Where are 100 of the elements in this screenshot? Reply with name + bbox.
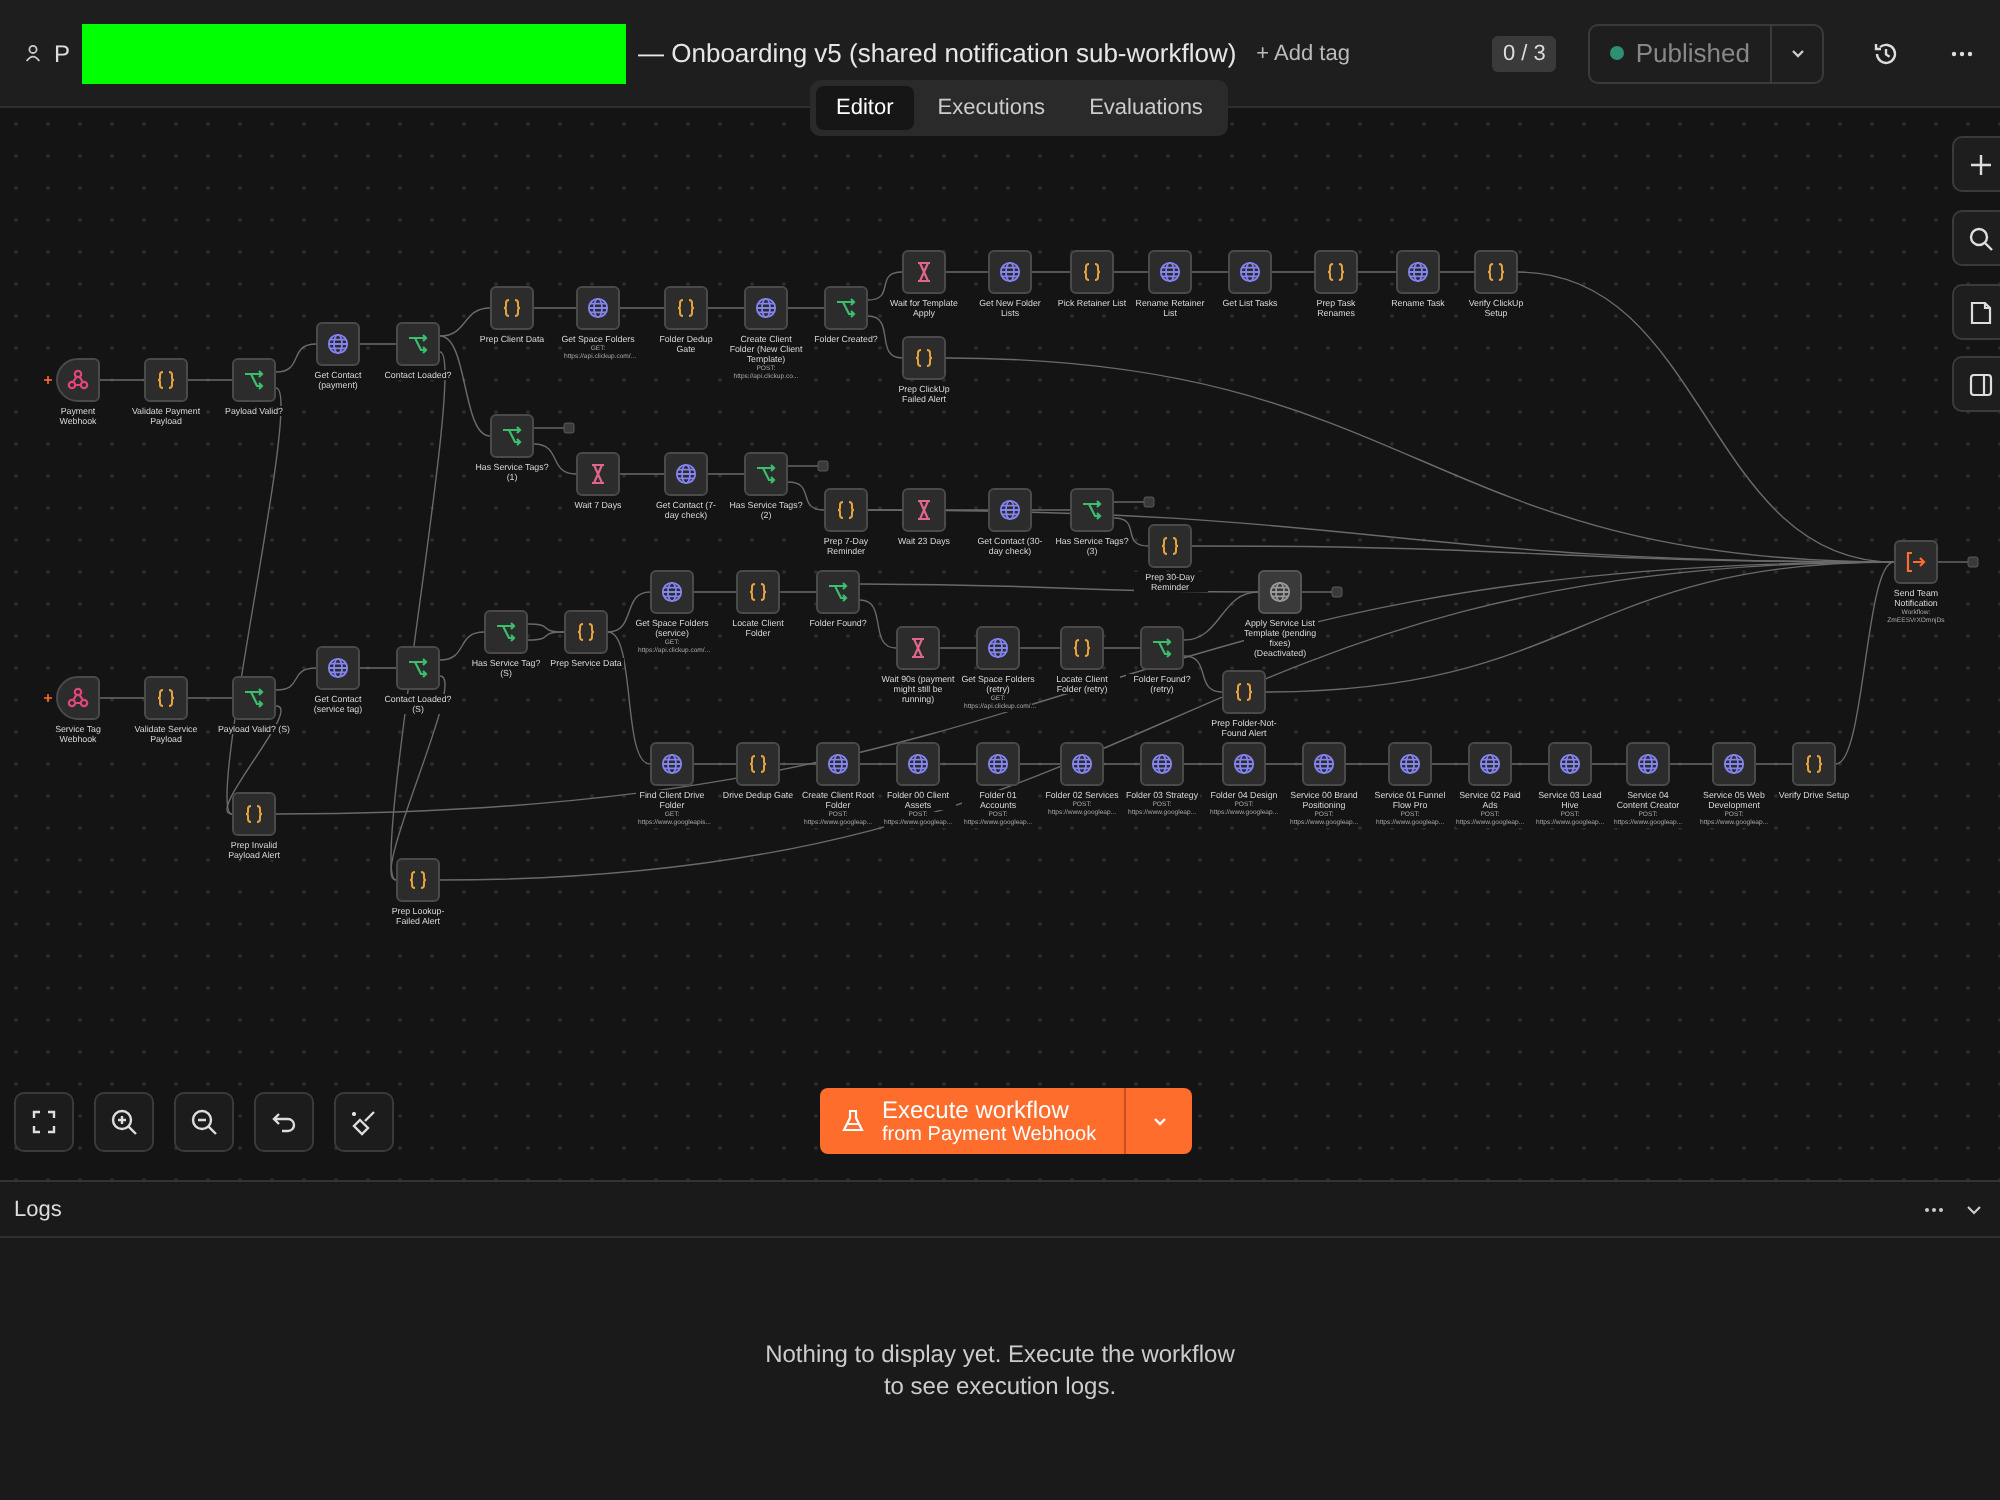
view-tab[interactable]: Evaluations xyxy=(1069,86,1223,130)
workflow-node[interactable] xyxy=(564,610,608,654)
add-node-stub[interactable] xyxy=(1301,586,1343,598)
workflow-node[interactable] xyxy=(650,570,694,614)
workflow-title[interactable]: — Onboarding v5 (shared notification sub-workflow) xyxy=(638,38,1237,68)
workflow-node[interactable] xyxy=(976,742,1020,786)
code-braces-icon xyxy=(912,346,936,370)
panel-toggle-button[interactable] xyxy=(1952,356,2000,412)
history-icon[interactable] xyxy=(1872,39,1900,67)
workflow-node[interactable] xyxy=(396,322,440,366)
workflow-node[interactable] xyxy=(1468,742,1512,786)
add-node-button[interactable] xyxy=(1952,136,2000,192)
workflow-node[interactable] xyxy=(988,250,1032,294)
workflow-node[interactable] xyxy=(664,286,708,330)
workflow-node[interactable] xyxy=(1148,524,1192,568)
globe-icon xyxy=(1406,260,1430,284)
workflow-node[interactable] xyxy=(1222,670,1266,714)
globe-icon xyxy=(1636,752,1660,776)
workflow-node[interactable] xyxy=(1060,742,1104,786)
workflow-node[interactable] xyxy=(824,488,868,532)
workflow-node[interactable] xyxy=(650,742,694,786)
workflow-node[interactable] xyxy=(1060,626,1104,670)
workflow-node[interactable] xyxy=(736,742,780,786)
tidy-up-button[interactable] xyxy=(334,1092,394,1152)
view-tab[interactable]: Editor xyxy=(816,86,914,130)
workflow-node[interactable] xyxy=(484,610,528,654)
workflow-node[interactable] xyxy=(396,858,440,902)
globe-icon xyxy=(1070,752,1094,776)
workflow-node[interactable] xyxy=(490,414,534,458)
workflow-node[interactable] xyxy=(1258,570,1302,614)
workflow-node[interactable] xyxy=(664,452,708,496)
workflow-node[interactable] xyxy=(144,676,188,720)
globe-icon xyxy=(986,752,1010,776)
workflow-node[interactable] xyxy=(490,286,534,330)
workflow-node[interactable] xyxy=(1148,250,1192,294)
workflow-node[interactable] xyxy=(1792,742,1836,786)
workflow-node[interactable] xyxy=(1712,742,1756,786)
workflow-node[interactable] xyxy=(56,358,100,402)
code-braces-icon xyxy=(1484,260,1508,284)
workflow-node[interactable] xyxy=(744,452,788,496)
workflow-node[interactable] xyxy=(902,336,946,380)
connection-line xyxy=(359,343,397,345)
workflow-node[interactable] xyxy=(56,676,100,720)
workflow-node[interactable] xyxy=(1228,250,1272,294)
workflow-node[interactable] xyxy=(316,646,360,690)
workflow-node[interactable] xyxy=(1894,540,1938,584)
zoom-in-button[interactable] xyxy=(94,1092,154,1152)
connection-line xyxy=(707,307,745,309)
workflow-node[interactable] xyxy=(976,626,1020,670)
workflow-node[interactable] xyxy=(232,358,276,402)
workflow-node[interactable] xyxy=(396,646,440,690)
add-node-stub[interactable] xyxy=(1937,556,1979,568)
workflow-node[interactable] xyxy=(576,452,620,496)
code-braces-icon xyxy=(1158,534,1182,558)
project-name[interactable]: P xyxy=(54,39,71,67)
workflow-node[interactable] xyxy=(1396,250,1440,294)
workflow-node[interactable] xyxy=(902,250,946,294)
workflow-node[interactable] xyxy=(1140,626,1184,670)
workflow-node[interactable] xyxy=(902,488,946,532)
workflow-node[interactable] xyxy=(988,488,1032,532)
workflow-node[interactable] xyxy=(1474,250,1518,294)
workflow-node[interactable] xyxy=(316,322,360,366)
workflow-node[interactable] xyxy=(1222,742,1266,786)
code-braces-icon xyxy=(1232,680,1256,704)
zoom-out-button[interactable] xyxy=(174,1092,234,1152)
workflow-node[interactable] xyxy=(896,742,940,786)
workflow-node[interactable] xyxy=(1070,488,1114,532)
add-node-stub[interactable] xyxy=(787,460,829,472)
workflow-node[interactable] xyxy=(816,742,860,786)
workflow-node[interactable] xyxy=(232,792,276,836)
workflow-node[interactable] xyxy=(816,570,860,614)
add-tag-link[interactable]: + Add tag xyxy=(1256,41,1350,65)
workflow-node[interactable] xyxy=(576,286,620,330)
logs-title: Logs xyxy=(14,1197,64,1221)
workflow-node[interactable] xyxy=(1302,742,1346,786)
globe-icon xyxy=(986,636,1010,660)
add-node-stub[interactable] xyxy=(533,422,575,434)
add-node-stub[interactable] xyxy=(1113,496,1155,508)
code-braces-icon xyxy=(674,296,698,320)
fit-view-button[interactable] xyxy=(14,1092,74,1152)
workflow-node[interactable] xyxy=(1388,742,1432,786)
workflow-node[interactable] xyxy=(1070,250,1114,294)
workflow-node[interactable] xyxy=(1548,742,1592,786)
undo-button[interactable] xyxy=(254,1092,314,1152)
workflow-node[interactable] xyxy=(1140,742,1184,786)
view-tab[interactable]: Executions xyxy=(917,86,1066,130)
workflow-node[interactable] xyxy=(736,570,780,614)
trigger-marker-icon xyxy=(43,375,53,385)
sticky-note-button[interactable] xyxy=(1952,284,2000,340)
workflow-node[interactable] xyxy=(232,676,276,720)
workflow-node[interactable] xyxy=(896,626,940,670)
branch-icon xyxy=(242,368,266,392)
workflow-node[interactable] xyxy=(1314,250,1358,294)
workflow-node[interactable] xyxy=(1626,742,1670,786)
published-button[interactable]: Published xyxy=(1589,25,1770,81)
workflow-node[interactable] xyxy=(824,286,868,330)
workflow-node[interactable] xyxy=(744,286,788,330)
connection-line xyxy=(99,697,145,699)
search-button[interactable] xyxy=(1952,210,2000,266)
workflow-node[interactable] xyxy=(144,358,188,402)
